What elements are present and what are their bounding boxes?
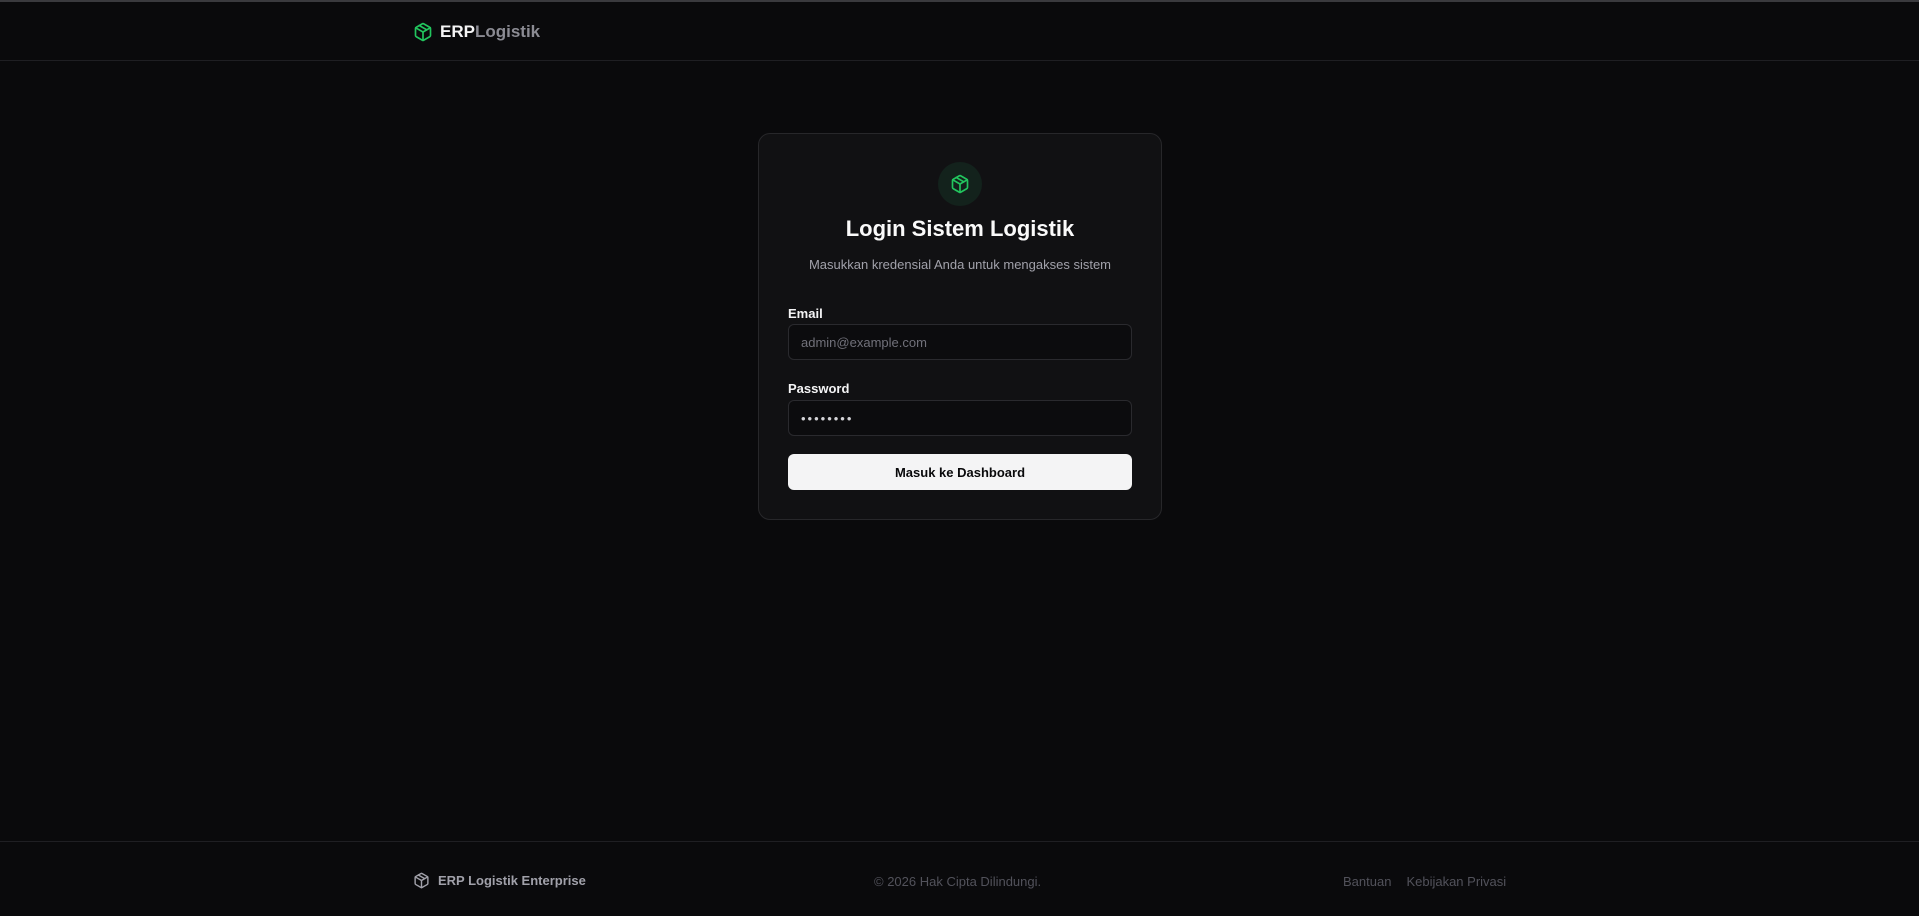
footer-link-privacy-policy[interactable]: Kebijakan Privasi: [1406, 874, 1506, 889]
package-icon: [951, 174, 969, 194]
footer-brand-name: ERP Logistik Enterprise: [438, 873, 586, 888]
package-icon: [414, 22, 432, 42]
login-submit-button[interactable]: Masuk ke Dashboard: [788, 454, 1132, 490]
password-field[interactable]: [788, 400, 1132, 436]
login-icon-badge: [938, 162, 982, 206]
login-title: Login Sistem Logistik: [845, 216, 1075, 241]
copyright-text: © 2026 Hak Cipta Dilindungi.: [874, 874, 1042, 889]
footer-links: Bantuan Kebijakan Privasi: [1343, 874, 1506, 889]
email-field[interactable]: [788, 324, 1132, 360]
brand-logo[interactable]: ERP Logistik: [413, 20, 540, 44]
top-header: ERP Logistik: [0, 2, 1919, 61]
package-icon: [414, 872, 429, 889]
brand-name-secondary: Logistik: [474, 22, 541, 41]
footer-brand: ERP Logistik Enterprise: [413, 872, 586, 889]
login-card: Login Sistem Logistik Masukkan kredensia…: [758, 133, 1162, 520]
page-footer: ERP Logistik Enterprise © 2026 Hak Cipta…: [0, 841, 1919, 916]
email-label: Email: [788, 306, 823, 321]
footer-link-help[interactable]: Bantuan: [1343, 874, 1391, 889]
login-subtitle: Masukkan kredensial Anda untuk mengakses…: [808, 257, 1112, 272]
brand-name-primary: ERP: [440, 22, 475, 41]
password-label: Password: [788, 381, 850, 396]
